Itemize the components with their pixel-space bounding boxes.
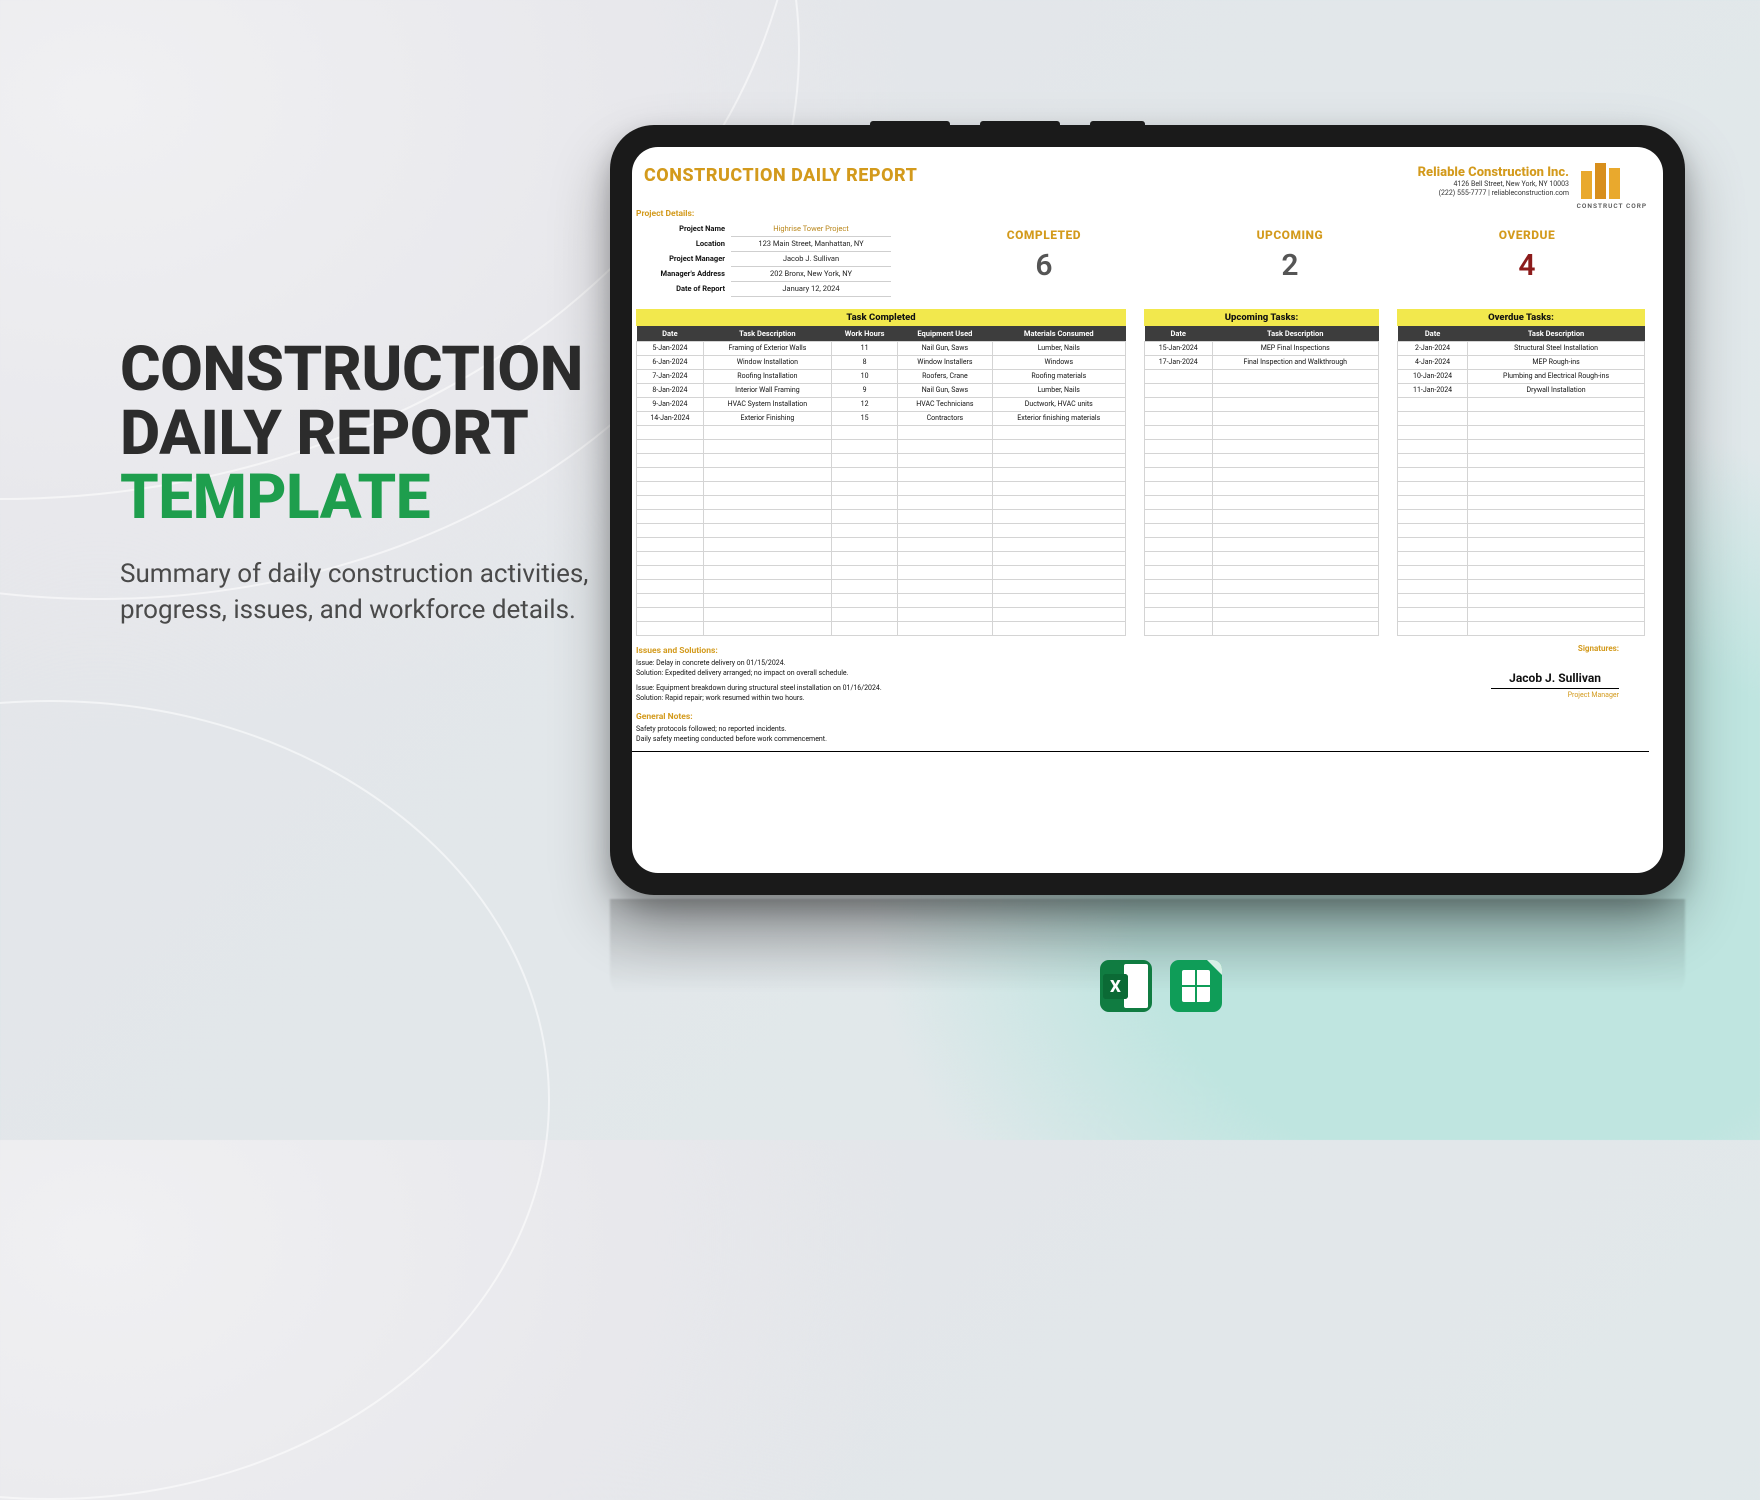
task-completed-table: DateTask DescriptionWork HoursEquipment … <box>636 326 1126 636</box>
format-icons: X <box>1100 960 1222 1012</box>
hero-title: CONSTRUCTION DAILY REPORT TEMPLATE <box>120 338 640 530</box>
document-screen: CONSTRUCT CORP CONSTRUCTION DAILY REPORT… <box>632 147 1663 873</box>
tablet-frame: CONSTRUCT CORP CONSTRUCTION DAILY REPORT… <box>610 125 1685 895</box>
upcoming-tasks-box: Upcoming Tasks: DateTask Description15-J… <box>1144 309 1379 636</box>
project-details-table: Project NameHighrise Tower ProjectLocati… <box>636 222 891 297</box>
signature-name: Jacob J. Sullivan <box>1491 671 1619 689</box>
hero-subtitle: Summary of daily construction activities… <box>120 556 640 629</box>
project-details-label: Project Details: <box>632 207 1649 222</box>
stat-overdue: OVERDUE 4 <box>1499 228 1556 297</box>
issues-section: Issues and Solutions: Issue: Delay in co… <box>636 644 1186 745</box>
excel-icon[interactable]: X <box>1100 960 1152 1012</box>
google-sheets-icon[interactable] <box>1170 960 1222 1012</box>
stats-row: COMPLETED 6 UPCOMING 2 OVERDUE 4 <box>919 222 1649 297</box>
hero-text: CONSTRUCTION DAILY REPORT TEMPLATE Summa… <box>120 338 640 628</box>
stat-upcoming: UPCOMING 2 <box>1257 228 1324 297</box>
stat-completed: COMPLETED 6 <box>1007 228 1081 297</box>
overdue-tasks-box: Overdue Tasks: DateTask Description2-Jan… <box>1397 309 1645 636</box>
document-title: CONSTRUCTION DAILY REPORT <box>644 165 917 186</box>
task-completed-box: Task Completed DateTask DescriptionWork … <box>636 309 1126 636</box>
signature-block: Signatures: Jacob J. Sullivan Project Ma… <box>1226 644 1639 745</box>
overdue-tasks-table: DateTask Description2-Jan-2024Structural… <box>1397 326 1645 636</box>
upcoming-tasks-table: DateTask Description15-Jan-2024MEP Final… <box>1144 326 1379 636</box>
building-icon <box>1577 161 1631 199</box>
company-logo: CONSTRUCT CORP <box>1577 161 1647 210</box>
